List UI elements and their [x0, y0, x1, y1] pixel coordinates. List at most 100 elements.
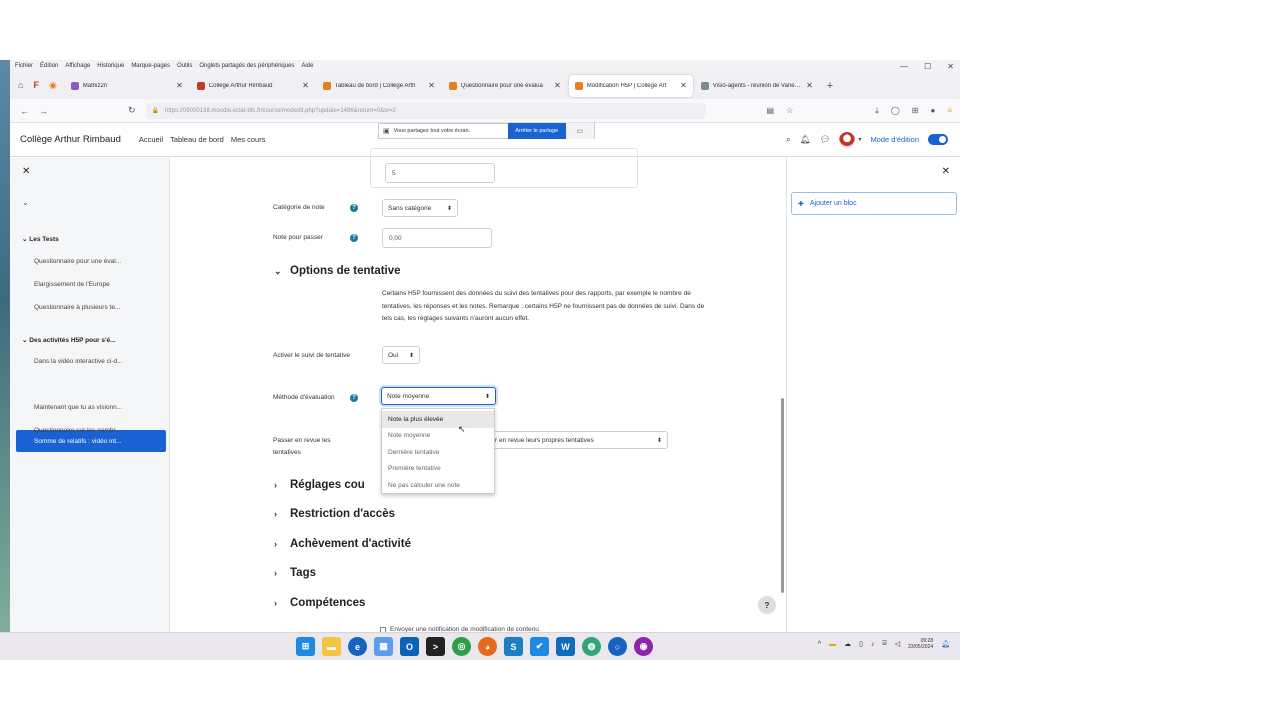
menu-icon[interactable]: ≡ [947, 106, 952, 116]
dropdown-option[interactable]: Note la plus élevée [382, 411, 494, 428]
nav-accueil[interactable]: Accueil [139, 135, 163, 144]
download-icon[interactable]: ⤓ [875, 106, 879, 116]
bookmark-star-icon[interactable]: ☆ [786, 106, 793, 116]
menu-fichier[interactable]: Fichier [15, 63, 33, 69]
app-s-icon[interactable]: S [504, 637, 523, 656]
tab[interactable]: Visio-agents - réunion de Vanessa ✕ [695, 75, 819, 97]
drawer-item[interactable]: Questionnaire sur les nombr... [34, 427, 121, 434]
new-tab-icon[interactable]: + [827, 80, 833, 92]
share-minimize-icon[interactable]: ▭ [565, 123, 594, 139]
forward-icon[interactable]: → [39, 106, 48, 116]
container-icon[interactable]: ⌂ [18, 80, 23, 91]
stop-share-button[interactable]: Arrêter le partage [507, 123, 566, 139]
nav-mes-cours[interactable]: Mes cours [231, 135, 266, 144]
tab-close-icon[interactable]: ✕ [176, 81, 183, 90]
close-drawer-icon[interactable]: ✕ [22, 166, 30, 177]
terminal-icon[interactable]: > [426, 637, 445, 656]
notification-center-icon[interactable]: 🔔︎ [941, 640, 950, 648]
section-reglages-courants[interactable]: › Réglages cou [274, 479, 365, 491]
dropdown-option[interactable]: Ne pas calculer une note [382, 477, 494, 494]
tray-cloud-icon[interactable]: ☁ [844, 640, 851, 648]
outlook-icon[interactable]: O [400, 637, 419, 656]
menu-aide[interactable]: Aide [301, 63, 313, 69]
help-fab-icon[interactable]: ? [758, 596, 776, 614]
calendar-icon[interactable]: ▦ [374, 637, 393, 656]
avatar[interactable] [839, 131, 856, 148]
menu-historique[interactable]: Historique [97, 63, 124, 69]
drawer-item[interactable]: Elargissement de l'Europe [34, 281, 110, 288]
note-passer-input[interactable]: 0,00 [382, 228, 492, 248]
menu-edition[interactable]: Édition [40, 63, 58, 69]
suivi-select[interactable]: Oui ⬍ [382, 346, 420, 364]
tab-close-icon[interactable]: ✕ [554, 81, 561, 90]
section-les-tests[interactable]: ⌄ Les Tests [22, 235, 59, 243]
maximize-icon[interactable]: ☐ [924, 62, 931, 71]
tab[interactable]: Tableau de bord | Collège Arth ✕ [317, 75, 441, 97]
collapse-chevron-icon[interactable]: ⌄ [22, 198, 29, 207]
nav-tableau-de-bord[interactable]: Tableau de bord [170, 135, 224, 144]
pinned-tab2-icon[interactable]: ◉ [49, 80, 57, 91]
tab[interactable]: Mathiz2n ✕ [65, 75, 189, 97]
user-menu-caret-icon[interactable]: ▾ [858, 136, 861, 143]
reader-icon[interactable]: ▤ [767, 106, 775, 116]
todo-icon[interactable]: ✔ [530, 637, 549, 656]
menu-outils[interactable]: Outils [177, 63, 192, 69]
search-icon[interactable]: ⌕ [786, 134, 791, 145]
tray-clock[interactable]: 09:28 23/05/2024 [908, 638, 933, 650]
tab-close-icon[interactable]: ✕ [428, 81, 435, 90]
meet-app-icon[interactable]: ◉ [634, 637, 653, 656]
file-explorer-icon[interactable]: ▬ [322, 637, 341, 656]
pocket-icon[interactable]: ● [930, 106, 935, 116]
tray-network-icon[interactable]: ⌸ [882, 640, 886, 648]
messages-icon[interactable]: 💬︎ [820, 134, 831, 145]
circle-app-icon[interactable]: ○ [608, 637, 627, 656]
help-icon[interactable]: ? [350, 204, 358, 212]
extensions-icon[interactable]: ⊞ [912, 106, 919, 116]
dropdown-option[interactable]: Première tentative [382, 461, 494, 478]
tab-active[interactable]: Modification H5P | Collège Art ✕ [568, 74, 693, 97]
section-restriction[interactable]: › Restriction d'accès [274, 508, 395, 520]
tab-close-icon[interactable]: ✕ [680, 81, 687, 90]
tray-chevron-icon[interactable]: ^ [818, 641, 821, 648]
close-block-drawer-icon[interactable]: ✕ [942, 166, 950, 177]
help-icon[interactable]: ? [350, 234, 358, 242]
dropdown-option[interactable]: Dernière tentative [382, 444, 494, 461]
menu-marque-pages[interactable]: Marque-pages [131, 63, 170, 69]
drawer-item[interactable]: Questionnaire à plusieurs te... [34, 304, 120, 311]
drawer-item[interactable]: Maintenant que tu as visionn... [34, 404, 122, 411]
pinned-tab-icon[interactable]: F [33, 80, 39, 91]
notification-bell-icon[interactable]: 🔔︎ [800, 134, 811, 145]
menu-affichage[interactable]: Affichage [65, 63, 90, 69]
site-brand[interactable]: Collège Arthur Rimbaud [20, 134, 121, 145]
help-icon[interactable]: ? [350, 394, 358, 402]
minimize-icon[interactable]: — [900, 62, 908, 71]
edge-icon[interactable]: e [348, 637, 367, 656]
previous-number-input[interactable]: 5 [385, 163, 495, 183]
section-tags[interactable]: › Tags [274, 567, 316, 579]
add-block-button[interactable]: ✚ Ajouter un bloc [791, 192, 957, 215]
tray-battery-icon[interactable]: ▯ [859, 640, 863, 648]
categorie-select[interactable]: Sans catégorie ⬍ [382, 199, 458, 217]
section-achevement[interactable]: › Achèvement d'activité [274, 538, 411, 550]
back-icon[interactable]: ← [20, 106, 29, 116]
url-bar[interactable]: 🔒 https://09000138.moodle.eclat-bfc.fr/c… [145, 102, 706, 119]
tab[interactable]: Questionnaire pour une évalua ✕ [443, 75, 567, 97]
section-h5p[interactable]: ⌄ Des activités H5P pour s'é... [22, 336, 116, 344]
tray-volume-icon[interactable]: ◁ [895, 640, 900, 648]
tab-close-icon[interactable]: ✕ [302, 81, 309, 90]
methode-select[interactable]: Note moyenne ⬍ [381, 387, 496, 405]
scrollbar[interactable] [781, 398, 784, 593]
firefox-icon[interactable]: ◕ [478, 637, 497, 656]
chrome-icon[interactable]: ◎ [452, 637, 471, 656]
tab[interactable]: Collège Arthur Rimbaud ✕ [191, 75, 315, 97]
menu-onglets[interactable]: Onglets partagés des périphériques [199, 63, 294, 69]
reload-icon[interactable]: ↻ [128, 105, 136, 116]
maps-icon[interactable]: ◍ [582, 637, 601, 656]
account-icon[interactable]: ◯ [891, 106, 900, 116]
start-menu-icon[interactable]: ⊞ [296, 637, 315, 656]
tray-mic-icon[interactable]: ♪ [871, 641, 875, 648]
word-icon[interactable]: W [556, 637, 575, 656]
drawer-item[interactable]: Questionnaire pour une éval... [34, 258, 121, 265]
tab-close-icon[interactable]: ✕ [806, 81, 813, 90]
edit-mode-toggle[interactable] [928, 134, 948, 145]
